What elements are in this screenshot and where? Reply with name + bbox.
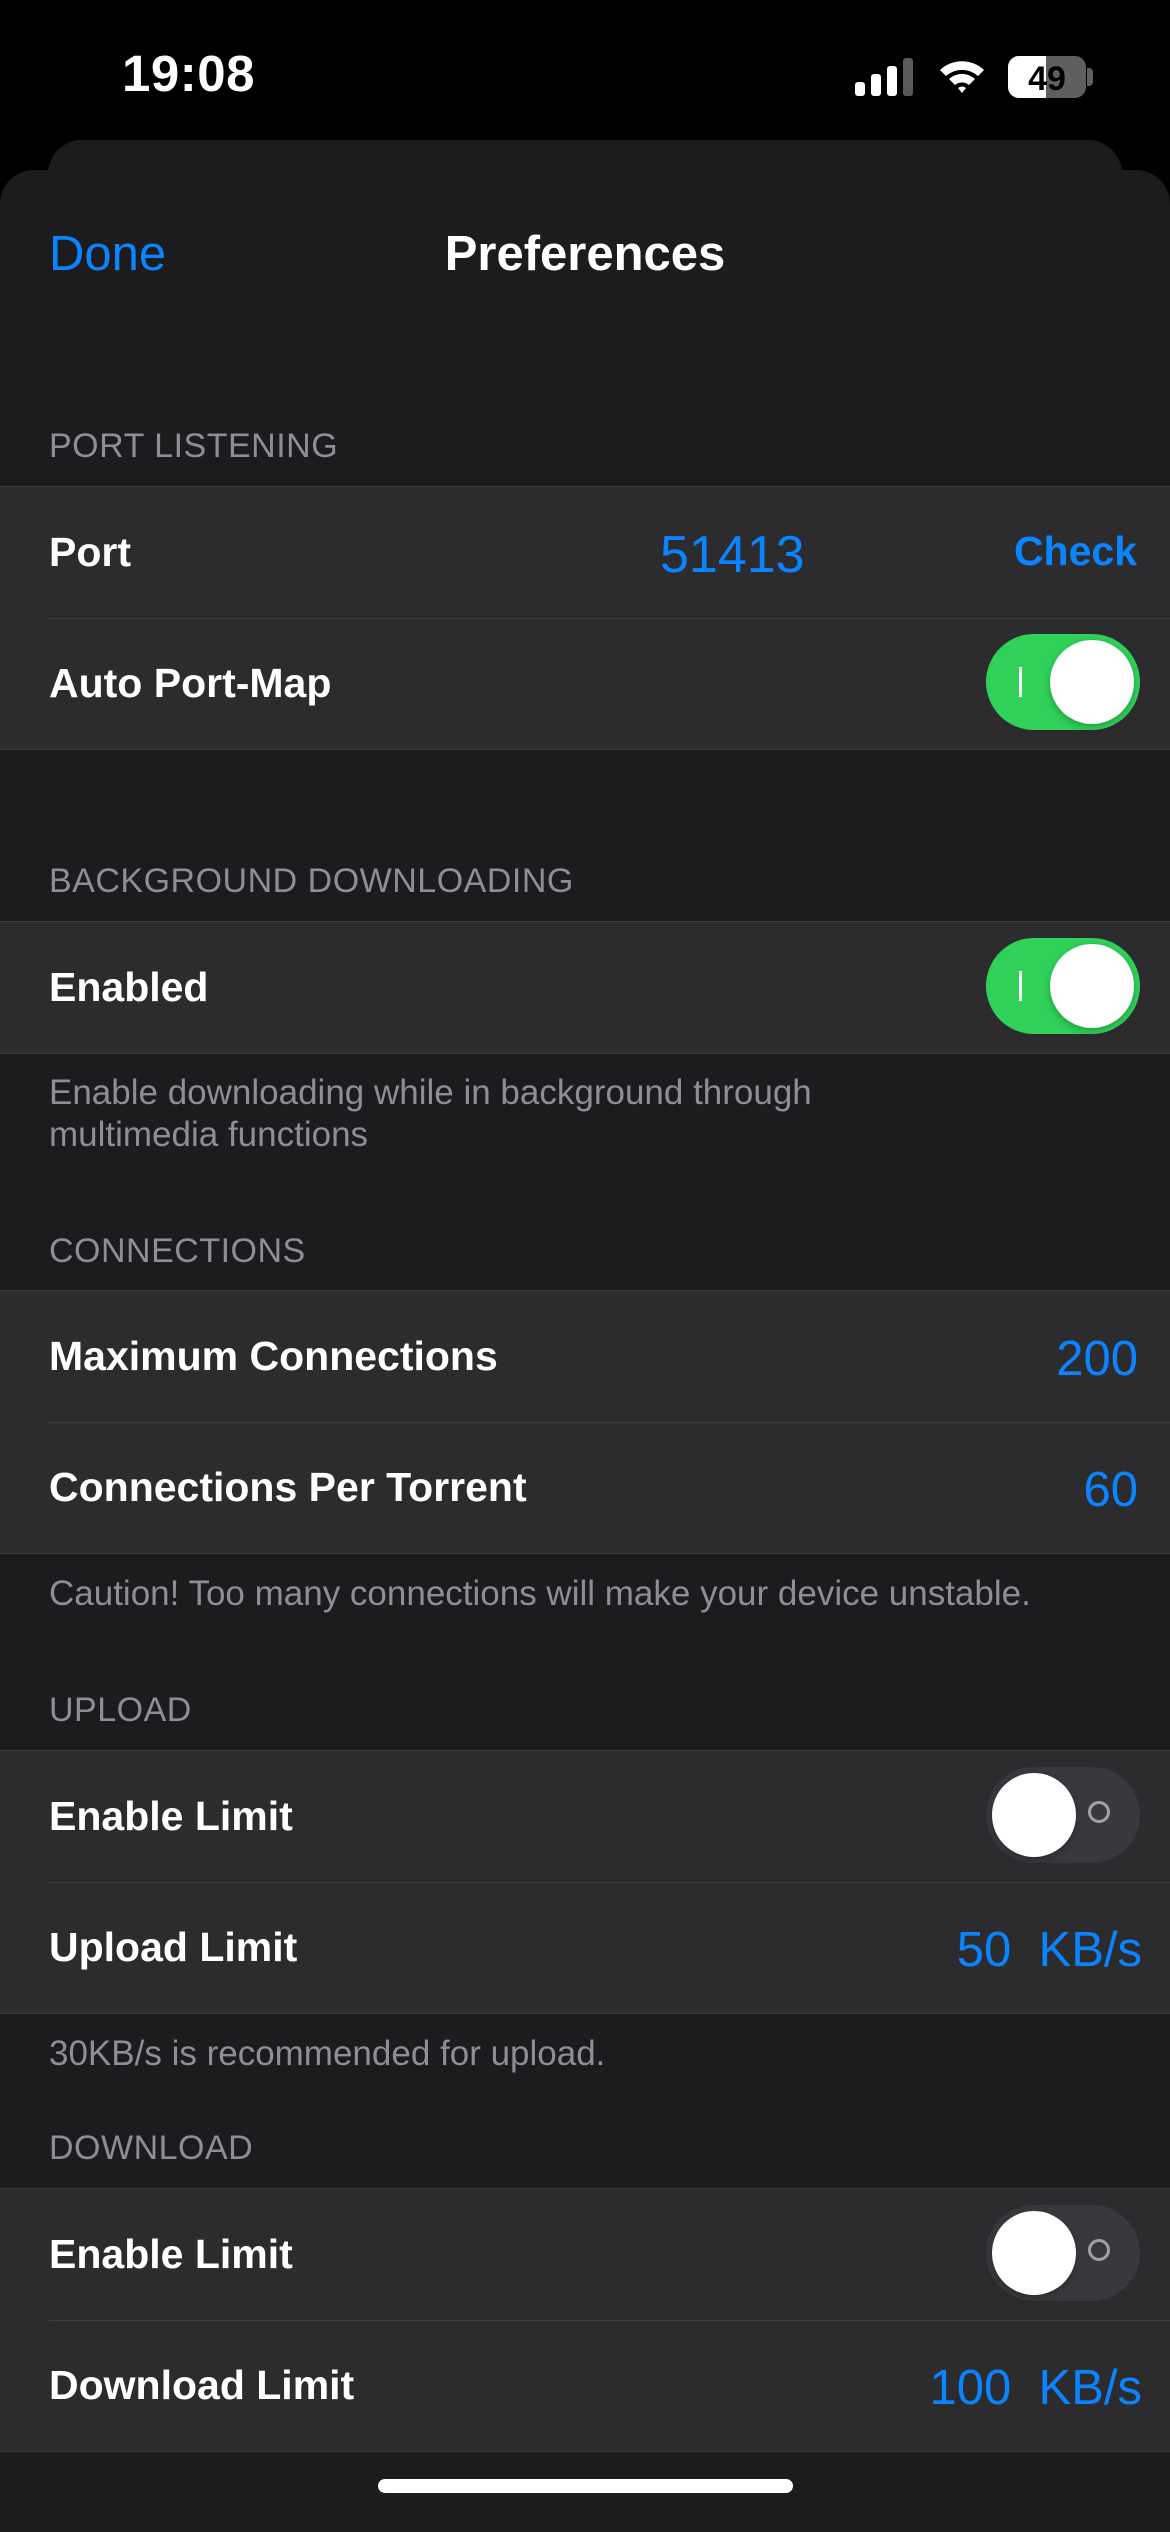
connections-per-torrent-label: Connections Per Torrent — [49, 1464, 527, 1510]
download-limit-row[interactable]: Download Limit 100 KB/s — [0, 2320, 1170, 2451]
connections-per-torrent-row[interactable]: Connections Per Torrent 60 — [0, 1422, 1170, 1553]
auto-port-map-label: Auto Port-Map — [49, 660, 332, 706]
upload-enable-limit-row: Enable Limit — [0, 1751, 1170, 1882]
upload-limit-row[interactable]: Upload Limit 50 KB/s — [0, 1882, 1170, 2013]
port-label: Port — [49, 529, 131, 575]
max-connections-value[interactable]: 200 — [1056, 1291, 1138, 1427]
section-header-connections: CONNECTIONS — [49, 1232, 306, 1270]
section-header-port-listening: PORT LISTENING — [49, 427, 339, 465]
cellular-signal-icon — [855, 58, 915, 96]
battery-cap — [1087, 68, 1093, 86]
home-indicator[interactable] — [378, 2479, 793, 2493]
page-title: Preferences — [444, 227, 726, 281]
upload-limit-label: Upload Limit — [49, 1924, 298, 1970]
connections-footer: Caution! Too many connections will make … — [49, 1574, 1031, 1613]
max-connections-row[interactable]: Maximum Connections 200 — [0, 1291, 1170, 1422]
port-listening-group: Port 51413 Check Auto Port-Map — [0, 486, 1170, 750]
download-enable-limit-toggle[interactable] — [986, 2205, 1140, 2301]
upload-enable-limit-label: Enable Limit — [49, 1793, 293, 1839]
toggle-knob — [1050, 944, 1134, 1028]
status-time: 19:08 — [122, 45, 255, 102]
max-connections-label: Maximum Connections — [49, 1333, 498, 1379]
download-enable-limit-row: Enable Limit — [0, 2189, 1170, 2320]
auto-port-map-row: Auto Port-Map — [0, 618, 1170, 749]
download-group: Enable Limit Download Limit 100 KB/s — [0, 2188, 1170, 2452]
battery-icon: 49 — [1008, 56, 1086, 98]
toggle-off-mark — [1088, 1801, 1110, 1823]
upload-enable-limit-toggle[interactable] — [986, 1767, 1140, 1863]
download-limit-value[interactable]: 100 KB/s — [930, 2320, 1142, 2456]
section-header-background-downloading: BACKGROUND DOWNLOADING — [49, 862, 574, 900]
upload-limit-value[interactable]: 50 KB/s — [957, 1882, 1142, 2018]
battery-percent: 49 — [1028, 60, 1066, 98]
upload-footer: 30KB/s is recommended for upload. — [49, 2034, 606, 2073]
toggle-knob — [992, 1773, 1076, 1857]
connections-per-torrent-value[interactable]: 60 — [1083, 1422, 1138, 1558]
upload-group: Enable Limit Upload Limit 50 KB/s — [0, 1750, 1170, 2014]
section-header-upload: UPLOAD — [49, 1691, 192, 1729]
port-row: Port 51413 Check — [0, 487, 1170, 618]
auto-port-map-toggle[interactable] — [986, 634, 1140, 730]
background-enabled-toggle[interactable] — [986, 938, 1140, 1034]
section-header-download: DOWNLOAD — [49, 2129, 254, 2167]
toggle-on-mark — [1019, 667, 1022, 697]
download-limit-label: Download Limit — [49, 2362, 355, 2408]
wifi-icon — [940, 61, 984, 93]
toggle-knob — [992, 2211, 1076, 2295]
toggle-on-mark — [1019, 971, 1022, 1001]
check-port-button[interactable]: Check — [1014, 487, 1137, 615]
done-button[interactable]: Done — [49, 226, 166, 282]
toggle-off-mark — [1088, 2239, 1110, 2261]
connections-group: Maximum Connections 200 Connections Per … — [0, 1290, 1170, 1554]
background-enabled-row: Enabled — [0, 922, 1170, 1053]
preferences-sheet: Preferences Done PORT LISTENING Port 514… — [0, 170, 1170, 2532]
download-enable-limit-label: Enable Limit — [49, 2231, 293, 2277]
background-enabled-label: Enabled — [49, 964, 209, 1010]
background-downloading-group: Enabled — [0, 921, 1170, 1054]
port-input[interactable]: 51413 — [660, 487, 805, 623]
background-downloading-footer: Enable downloading while in background t… — [49, 1073, 812, 1154]
status-bar: 19:08 49 — [0, 0, 1170, 150]
toggle-knob — [1050, 640, 1134, 724]
